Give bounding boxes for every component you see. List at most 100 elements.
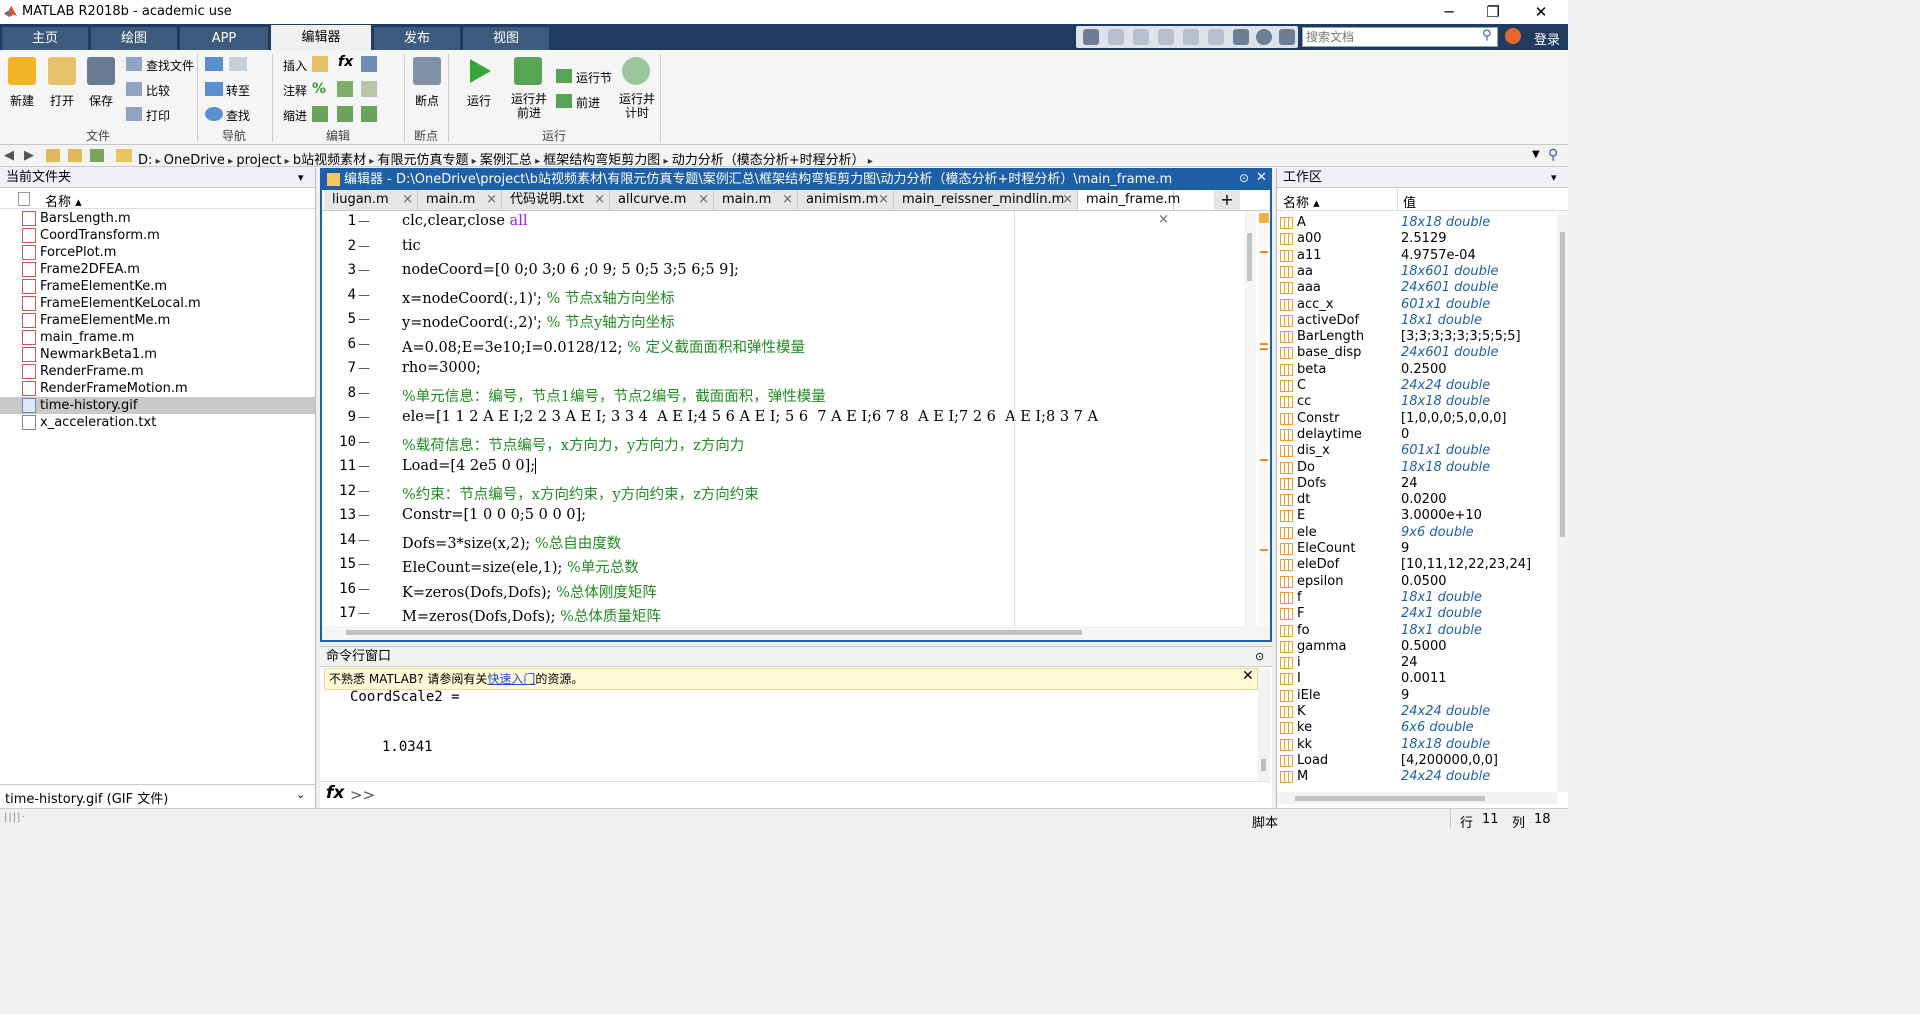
forward-nav-icon[interactable]: ▶ xyxy=(24,148,34,163)
code-line[interactable]: Load=[4 2e5 0 0]; xyxy=(402,458,537,474)
editor-tab[interactable]: main.m × xyxy=(418,190,502,210)
breadcrumb-item[interactable]: project xyxy=(236,153,281,168)
run-and-time-button[interactable]: 运行并 计时 xyxy=(619,92,655,120)
compare-button[interactable]: 比较 xyxy=(146,82,170,99)
login-link[interactable]: 登录 xyxy=(1534,29,1560,48)
root-folder-icon[interactable] xyxy=(90,149,104,162)
breadcrumb-item[interactable]: 有限元仿真专题 xyxy=(377,153,468,168)
workspace-row[interactable]: base_disp 24x601 double xyxy=(1277,345,1557,361)
breadcrumb-item[interactable]: 动力分析（模态分析+时程分析） xyxy=(672,153,865,168)
workspace-row[interactable]: kk 18x18 double xyxy=(1277,737,1557,753)
hscroll-thumb[interactable] xyxy=(346,630,1082,635)
cut-icon[interactable] xyxy=(1108,29,1124,45)
line-dash-marker[interactable]: — xyxy=(358,337,370,351)
workspace-row[interactable]: cc 18x18 double xyxy=(1277,394,1557,410)
code-line[interactable]: A=0.08;E=3e10;I=0.0128/12; % 定义截面面积和弹性模量 xyxy=(402,336,805,357)
new-button[interactable]: 新建 xyxy=(10,92,34,109)
workspace-row[interactable]: K 24x24 double xyxy=(1277,704,1557,720)
save-button[interactable]: 保存 xyxy=(89,92,113,109)
workspace-row[interactable]: a00 2.5129 xyxy=(1277,231,1557,247)
code-line[interactable]: ele=[1 1 2 A E I;2 2 3 A E I; 3 3 4 A E … xyxy=(402,409,1098,425)
editor-tab[interactable]: main.m × xyxy=(714,190,798,210)
line-dash-marker[interactable]: — xyxy=(358,484,370,498)
line-dash-marker[interactable]: — xyxy=(358,239,370,253)
workspace-hscrollbar[interactable] xyxy=(1277,792,1557,804)
code-line[interactable]: %约束：节点编号，x方向约束，y方向约束，z方向约束 xyxy=(402,483,759,504)
insert-button[interactable]: 插入 xyxy=(283,57,307,74)
command-prompt[interactable]: >> xyxy=(350,786,375,804)
tab-close-icon[interactable]: × xyxy=(486,190,497,210)
line-dash-marker[interactable]: — xyxy=(358,214,370,228)
warning-indicator-icon[interactable] xyxy=(1259,213,1269,223)
workspace-row[interactable]: eleDof [10,11,12,22,23,24] xyxy=(1277,557,1557,573)
workspace-row[interactable]: iEle 9 xyxy=(1277,688,1557,704)
run-and-advance-button[interactable]: 运行并 前进 xyxy=(511,92,547,120)
file-row[interactable]: time-history.gif xyxy=(0,397,315,414)
line-dash-marker[interactable]: — xyxy=(358,533,370,547)
file-row[interactable]: RenderFrameMotion.m xyxy=(0,380,315,397)
command-menu-icon[interactable]: ⊙ xyxy=(1255,650,1264,663)
code-line[interactable]: EleCount=size(ele,1); %单元总数 xyxy=(402,556,639,577)
insert-section-icon[interactable] xyxy=(312,56,328,72)
editor-tab[interactable]: main_frame.m × xyxy=(1078,190,1180,227)
warning-marker[interactable] xyxy=(1260,343,1268,345)
workspace-row[interactable]: dis_x 601x1 double xyxy=(1277,443,1557,459)
editor-tab[interactable]: main_reissner_mindlin.m × xyxy=(894,190,1078,210)
line-dash-marker[interactable]: — xyxy=(358,410,370,424)
goto-button[interactable]: 转至 xyxy=(226,82,250,99)
tab-apps[interactable]: APP xyxy=(180,27,268,50)
tab-close-icon[interactable]: × xyxy=(878,190,889,210)
workspace-row[interactable]: EleCount 9 xyxy=(1277,541,1557,557)
breadcrumb-item[interactable]: b站视频素材 xyxy=(293,153,366,168)
search-docs-input[interactable]: 搜索文档 xyxy=(1302,27,1498,47)
insert-function-button[interactable]: fx xyxy=(338,54,353,70)
workspace-hscroll-thumb[interactable] xyxy=(1295,796,1485,801)
file-row[interactable]: BarsLength.m xyxy=(0,210,315,227)
back-nav-icon[interactable]: ◀ xyxy=(4,148,14,163)
format-icon[interactable] xyxy=(361,56,377,72)
increase-indent-icon[interactable] xyxy=(337,106,353,122)
name-column-header[interactable]: 名称 ▴ xyxy=(45,191,82,210)
file-row[interactable]: ForcePlot.m xyxy=(0,244,315,261)
decrease-indent-icon[interactable] xyxy=(361,106,377,122)
tab-home[interactable]: 主页 xyxy=(2,27,88,50)
paste-icon[interactable] xyxy=(1158,29,1174,45)
line-dash-marker[interactable]: — xyxy=(358,459,370,473)
up-folder-icon[interactable] xyxy=(46,149,60,162)
line-dash-marker[interactable]: — xyxy=(358,312,370,326)
workspace-row[interactable]: f 18x1 double xyxy=(1277,590,1557,606)
warning-marker[interactable] xyxy=(1260,549,1268,551)
dropdown-icon[interactable] xyxy=(1279,29,1295,45)
advance-button[interactable]: 前进 xyxy=(576,94,600,111)
workspace-row[interactable]: fo 18x1 double xyxy=(1277,623,1557,639)
code-line[interactable]: Constr=[1 0 0 0;5 0 0 0]; xyxy=(402,507,586,523)
line-dash-marker[interactable]: — xyxy=(358,386,370,400)
file-row[interactable]: x_acceleration.txt xyxy=(0,414,315,431)
workspace-row[interactable]: ke 6x6 double xyxy=(1277,720,1557,736)
comment-block-icon[interactable] xyxy=(337,81,353,97)
workspace-row[interactable]: BarLength [3;3;3;3;3;3;5;5;5] xyxy=(1277,329,1557,345)
file-row[interactable]: CoordTransform.m xyxy=(0,227,315,244)
workspace-row[interactable]: Do 18x18 double xyxy=(1277,460,1557,476)
ws-name-header[interactable]: 名称 ▴ xyxy=(1283,192,1320,211)
tab-plots[interactable]: 绘图 xyxy=(91,27,177,50)
close-window-button[interactable]: ✕ xyxy=(1518,0,1564,24)
editor-menu-icon[interactable]: ⊙ xyxy=(1239,171,1249,185)
tab-close-icon[interactable]: × xyxy=(1062,190,1073,210)
breadcrumb-item[interactable]: 案例汇总 xyxy=(480,153,532,168)
warning-marker[interactable] xyxy=(1260,459,1268,461)
warning-marker[interactable] xyxy=(1260,251,1268,253)
code-line[interactable]: M=zeros(Dofs,Dofs); %总体质量矩阵 xyxy=(402,605,661,626)
code-area[interactable]: 1— clc,clear,close all 2— tic 3— nodeCoord=[0… xyxy=(322,211,1242,626)
editor-tab[interactable]: animism.m × xyxy=(798,190,894,210)
save-icon[interactable] xyxy=(1083,29,1099,45)
line-dash-marker[interactable]: — xyxy=(358,435,370,449)
workspace-scrollbar[interactable] xyxy=(1557,212,1569,792)
line-dash-marker[interactable]: — xyxy=(358,557,370,571)
workspace-row[interactable]: E 3.0000e+10 xyxy=(1277,508,1557,524)
code-line[interactable]: %单元信息：编号，节点1编号，节点2编号，截面面积，弹性模量 xyxy=(402,385,826,406)
copy-icon[interactable] xyxy=(1133,29,1149,45)
workspace-row[interactable]: Constr [1,0,0,0;5,0,0,0] xyxy=(1277,411,1557,427)
search-folder-icon[interactable]: ⚲ xyxy=(1548,147,1558,163)
code-line[interactable]: nodeCoord=[0 0;0 3;0 6 ;0 9; 5 0;5 3;5 6… xyxy=(402,262,739,278)
